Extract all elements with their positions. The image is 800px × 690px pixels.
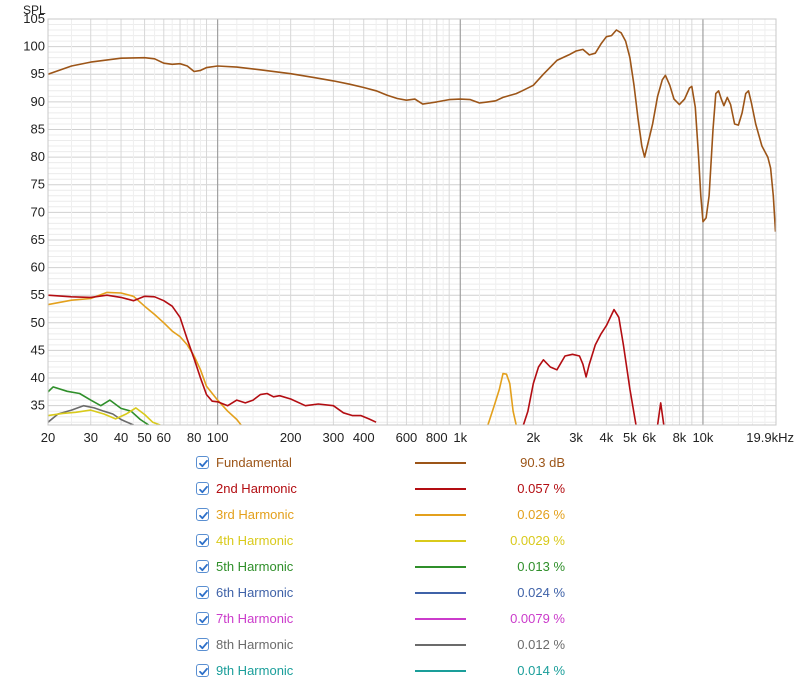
y-tick-label: 45: [31, 342, 45, 357]
y-tick-label: 70: [31, 204, 45, 219]
checkbox-3rd-harmonic[interactable]: [196, 508, 209, 521]
check-icon: [199, 641, 208, 650]
legend-swatch: [415, 618, 466, 620]
x-tick-label: 50: [137, 430, 151, 445]
legend-swatch: [415, 566, 466, 568]
legend-value: 0.024 %: [517, 585, 565, 600]
legend-swatch: [415, 644, 466, 646]
y-tick-label: 85: [31, 121, 45, 136]
legend-item-6th-harmonic: 6th Harmonic 0.024 %: [0, 581, 800, 607]
check-icon: [199, 615, 208, 624]
y-tick-label: 50: [31, 315, 45, 330]
legend-value: 0.012 %: [517, 637, 565, 652]
legend-swatch: [415, 462, 466, 464]
checkbox-fundamental[interactable]: [196, 456, 209, 469]
legend-name: 2nd Harmonic: [216, 481, 297, 496]
legend-item-4th-harmonic: 4th Harmonic 0.0029 %: [0, 529, 800, 555]
y-tick-label: 35: [31, 398, 45, 413]
legend-name: Fundamental: [216, 455, 292, 470]
legend-item-fundamental: Fundamental 90.3 dB: [0, 451, 800, 477]
checkbox-9th-harmonic[interactable]: [196, 664, 209, 677]
legend-item-3rd-harmonic: 3rd Harmonic 0.026 %: [0, 503, 800, 529]
x-tick-label: 2k: [526, 430, 540, 445]
y-tick-labels: 35 40 45 50 55 60 65 70 75 80 85 90 95 100 105: [23, 11, 45, 413]
y-tick-label: 80: [31, 149, 45, 164]
legend-item-7th-harmonic: 7th Harmonic 0.0079 %: [0, 607, 800, 633]
check-icon: [199, 667, 208, 676]
x-tick-label: 80: [187, 430, 201, 445]
check-icon: [199, 537, 208, 546]
checkbox-4th-harmonic[interactable]: [196, 534, 209, 547]
y-tick-label: 100: [23, 39, 45, 54]
legend-value: 0.014 %: [517, 663, 565, 678]
legend-name: 7th Harmonic: [216, 611, 294, 626]
x-tick-label: 10k: [692, 430, 713, 445]
check-icon: [199, 459, 208, 468]
x-tick-label: 600: [396, 430, 418, 445]
legend-value: 0.0029 %: [510, 533, 565, 548]
legend-swatch: [415, 488, 466, 490]
x-tick-label: 3k: [569, 430, 583, 445]
y-tick-label: 75: [31, 177, 45, 192]
y-tick-label: 55: [31, 287, 45, 302]
x-tick-label: 40: [114, 430, 128, 445]
legend-value: 0.057 %: [517, 481, 565, 496]
x-tick-label: 8k: [673, 430, 687, 445]
legend-value: 0.013 %: [517, 559, 565, 574]
check-icon: [199, 511, 208, 520]
x-tick-label: 5k: [623, 430, 637, 445]
legend-item-8th-harmonic: 8th Harmonic 0.012 %: [0, 633, 800, 659]
x-tick-label: 1k: [453, 430, 467, 445]
legend-value: 90.3 dB: [520, 455, 565, 470]
checkbox-2nd-harmonic[interactable]: [196, 482, 209, 495]
check-icon: [199, 563, 208, 572]
checkbox-7th-harmonic[interactable]: [196, 612, 209, 625]
checkbox-5th-harmonic[interactable]: [196, 560, 209, 573]
check-icon: [199, 589, 208, 598]
legend-item-9th-harmonic: 9th Harmonic 0.014 %: [0, 659, 800, 685]
y-tick-label: 95: [31, 66, 45, 81]
y-tick-label: 105: [23, 11, 45, 26]
x-tick-label: 20: [41, 430, 55, 445]
legend-name: 6th Harmonic: [216, 585, 294, 600]
x-tick-label: 400: [353, 430, 375, 445]
legend-value: 0.0079 %: [510, 611, 565, 626]
legend-name: 3rd Harmonic: [216, 507, 295, 522]
legend-swatch: [415, 592, 466, 594]
legend-swatch: [415, 540, 466, 542]
x-tick-label: 60: [157, 430, 171, 445]
frequency-response-chart: SPL 35404550556065707580859095100105 20 3…: [23, 3, 794, 445]
legend-name: 8th Harmonic: [216, 637, 294, 652]
x-tick-labels: 20 30 40 50 60 80 100 200 300 400 600 800 1k 2k 3k 4k 5k…: [41, 430, 794, 445]
legend-item-2nd-harmonic: 2nd Harmonic 0.057 %: [0, 477, 800, 503]
legend-name: 4th Harmonic: [216, 533, 294, 548]
x-tick-label: 100: [207, 430, 229, 445]
legend-name: 9th Harmonic: [216, 663, 294, 678]
x-tick-label: 6k: [642, 430, 656, 445]
y-tick-label: 65: [31, 232, 45, 247]
legend-item-5th-harmonic: 5th Harmonic 0.013 %: [0, 555, 800, 581]
x-tick-label: 19.9kHz: [746, 430, 794, 445]
x-tick-label: 800: [426, 430, 448, 445]
x-tick-label: 300: [323, 430, 345, 445]
checkbox-6th-harmonic[interactable]: [196, 586, 209, 599]
legend-name: 5th Harmonic: [216, 559, 294, 574]
x-tick-label: 30: [83, 430, 97, 445]
x-tick-label: 4k: [600, 430, 614, 445]
y-tick-label: 90: [31, 94, 45, 109]
checkbox-8th-harmonic[interactable]: [196, 638, 209, 651]
legend-swatch: [415, 670, 466, 672]
y-tick-label: 60: [31, 260, 45, 275]
check-icon: [199, 485, 208, 494]
legend-swatch: [415, 514, 466, 516]
y-tick-label: 40: [31, 370, 45, 385]
legend-value: 0.026 %: [517, 507, 565, 522]
x-tick-label: 200: [280, 430, 302, 445]
